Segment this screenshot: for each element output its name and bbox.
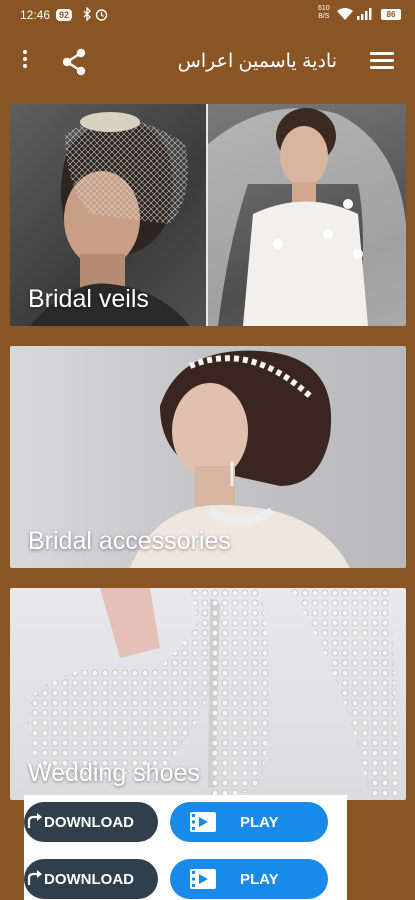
download-label: DOWNLOAD	[44, 814, 134, 831]
battery-indicator: 86	[381, 9, 401, 20]
page-title: نادية ياسمين اعراس	[177, 51, 337, 72]
bluetooth-icon	[82, 6, 92, 24]
play-button[interactable]: PLAY	[170, 859, 328, 899]
bridal-veils-photo-right	[208, 104, 406, 326]
notification-badge: 92	[56, 9, 73, 21]
app-bar: نادية ياسمين اعراس	[0, 30, 415, 94]
download-arrow-icon	[26, 812, 44, 834]
play-label: PLAY	[240, 814, 279, 831]
category-card-bridal-veils[interactable]: Bridal veils	[10, 104, 406, 326]
hamburger-menu-icon[interactable]	[370, 52, 394, 72]
category-label: Wedding shoes	[28, 759, 200, 787]
category-label: Bridal accessories	[28, 527, 231, 555]
more-vert-icon[interactable]	[18, 50, 32, 74]
signal-icon	[356, 8, 376, 23]
download-button[interactable]: DOWNLOAD	[24, 802, 158, 842]
category-card-bridal-accessories[interactable]: Bridal accessories	[10, 346, 406, 568]
video-play-icon	[190, 812, 216, 836]
status-time: 12:46	[20, 8, 51, 22]
network-speed: 610 B/S	[318, 5, 330, 21]
share-icon[interactable]	[61, 48, 87, 76]
video-play-icon	[190, 869, 216, 893]
speed-value: 610	[318, 5, 330, 12]
speed-unit: B/S	[318, 13, 330, 20]
category-card-wedding-shoes[interactable]: Wedding shoes	[10, 588, 406, 800]
alarm-icon	[95, 7, 108, 24]
download-arrow-icon	[26, 869, 44, 891]
category-label: Bridal veils	[28, 285, 149, 313]
play-button[interactable]: PLAY	[170, 802, 328, 842]
download-button[interactable]: DOWNLOAD	[24, 859, 158, 899]
ad-banner: DOWNLOAD PLAY DOWNLOAD PLAY	[24, 795, 347, 900]
wifi-icon	[337, 8, 353, 23]
status-bar: 12:46 92 610 B/S 86	[0, 0, 415, 30]
download-label: DOWNLOAD	[44, 871, 134, 888]
play-label: PLAY	[240, 871, 279, 888]
